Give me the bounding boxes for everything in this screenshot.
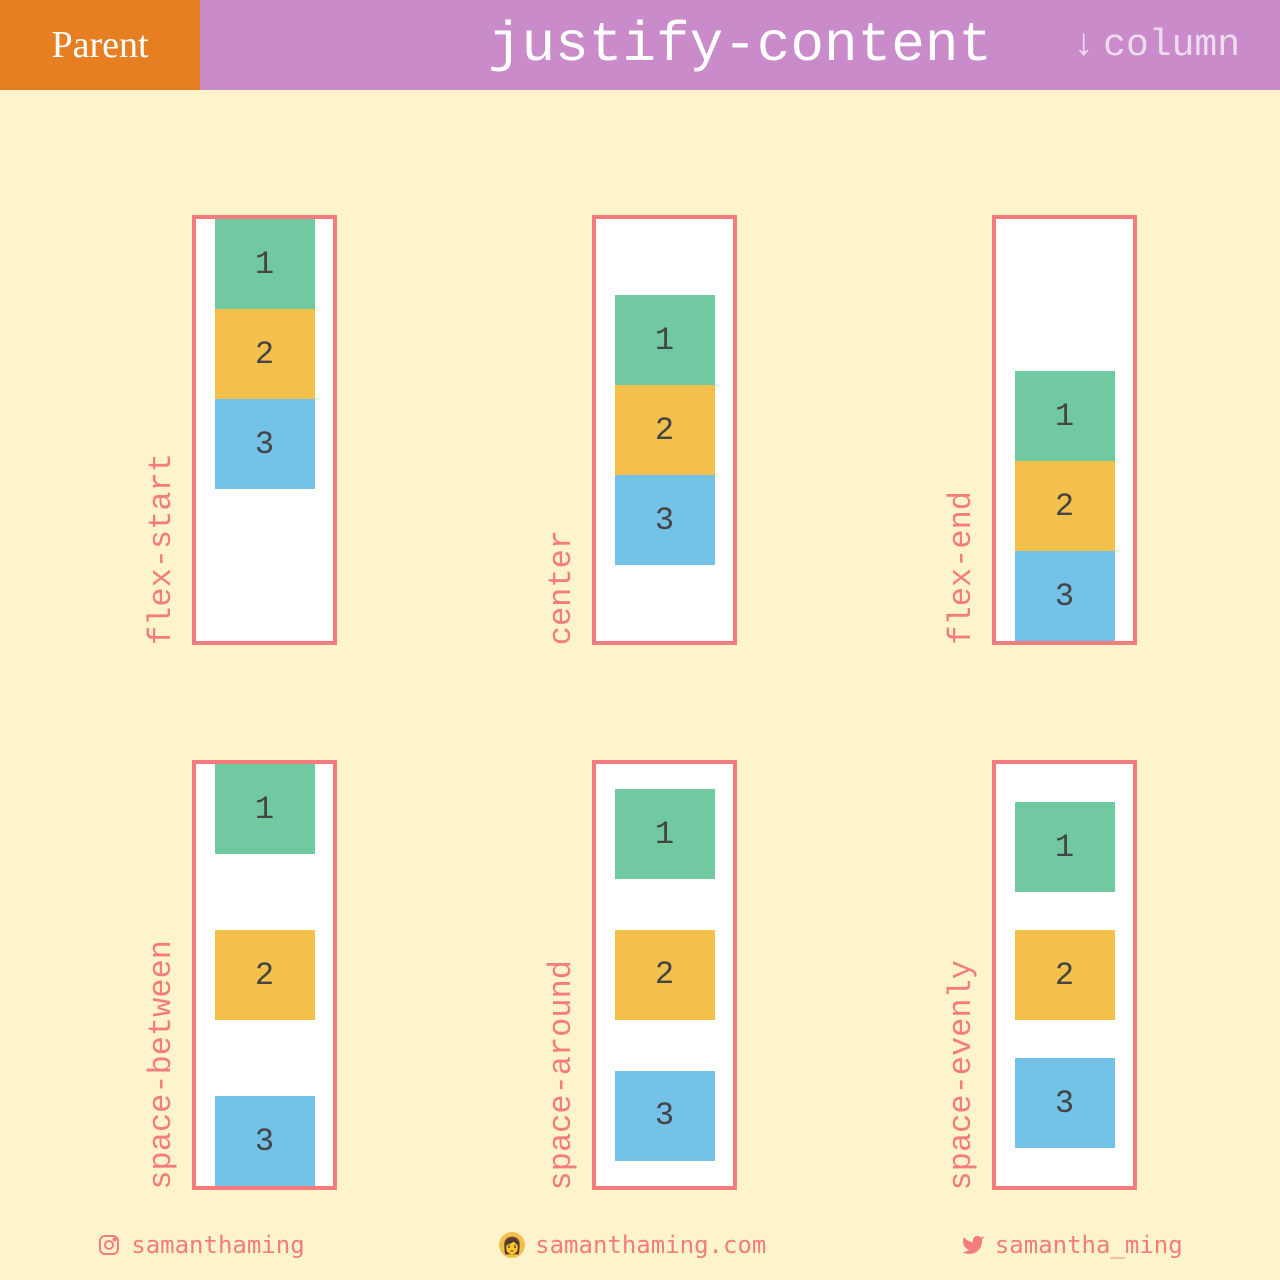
header: Parent justify-content ↓ column [0, 0, 1280, 90]
demo-flex-end: flex-end 1 2 3 [943, 150, 1137, 645]
flex-container: 1 2 3 [192, 215, 337, 645]
footer-twitter: samantha_ming [961, 1231, 1183, 1259]
demo-space-between: space-between 1 2 3 [143, 695, 337, 1190]
demo-space-around: space-around 1 2 3 [543, 695, 737, 1190]
demo-label: flex-start [143, 453, 180, 645]
flex-item-2: 2 [615, 385, 715, 475]
header-title-bar: justify-content ↓ column [200, 0, 1280, 90]
flex-item-1: 1 [1015, 371, 1115, 461]
flex-container: 1 2 3 [992, 760, 1137, 1190]
flex-container: 1 2 3 [592, 760, 737, 1190]
header-parent-badge: Parent [0, 0, 200, 90]
demo-label: space-evenly [943, 960, 980, 1190]
demo-label: center [543, 530, 580, 645]
website-label: samanthaming.com [535, 1231, 766, 1259]
twitter-icon [961, 1233, 985, 1257]
demo-label: flex-end [943, 491, 980, 645]
flex-item-2: 2 [215, 930, 315, 1020]
demo-label: space-between [143, 940, 180, 1190]
flex-item-3: 3 [215, 399, 315, 489]
flex-item-2: 2 [1015, 461, 1115, 551]
flex-item-1: 1 [1015, 802, 1115, 892]
flex-item-1: 1 [215, 219, 315, 309]
instagram-icon [97, 1233, 121, 1257]
flex-item-3: 3 [1015, 1058, 1115, 1148]
twitter-handle: samantha_ming [995, 1231, 1183, 1259]
flex-item-2: 2 [215, 309, 315, 399]
direction-indicator: ↓ column [1072, 24, 1240, 67]
row-bottom: space-between 1 2 3 space-around 1 2 3 s… [40, 695, 1240, 1190]
direction-label: column [1103, 24, 1240, 67]
flex-item-3: 3 [615, 475, 715, 565]
flex-item-1: 1 [615, 789, 715, 879]
demo-flex-start: flex-start 1 2 3 [143, 150, 337, 645]
content-grid: flex-start 1 2 3 center 1 2 3 flex-end 1… [0, 90, 1280, 1210]
flex-item-1: 1 [215, 764, 315, 854]
footer-instagram: samanthaming [97, 1231, 304, 1259]
avatar-icon: 👩 [499, 1232, 525, 1258]
flex-container: 1 2 3 [992, 215, 1137, 645]
flex-item-3: 3 [615, 1071, 715, 1161]
flex-item-2: 2 [1015, 930, 1115, 1020]
flex-item-3: 3 [1015, 551, 1115, 641]
footer: samanthaming 👩 samanthaming.com samantha… [0, 1210, 1280, 1280]
demo-space-evenly: space-evenly 1 2 3 [943, 695, 1137, 1190]
flex-container: 1 2 3 [592, 215, 737, 645]
flex-container: 1 2 3 [192, 760, 337, 1190]
demo-label: space-around [543, 960, 580, 1190]
arrow-down-icon: ↓ [1072, 24, 1095, 67]
page-title: justify-content [488, 13, 992, 77]
demo-center: center 1 2 3 [543, 150, 737, 645]
flex-item-3: 3 [215, 1096, 315, 1186]
flex-item-1: 1 [615, 295, 715, 385]
row-top: flex-start 1 2 3 center 1 2 3 flex-end 1… [40, 150, 1240, 645]
flex-item-2: 2 [615, 930, 715, 1020]
instagram-handle: samanthaming [131, 1231, 304, 1259]
footer-website: 👩 samanthaming.com [499, 1231, 766, 1259]
